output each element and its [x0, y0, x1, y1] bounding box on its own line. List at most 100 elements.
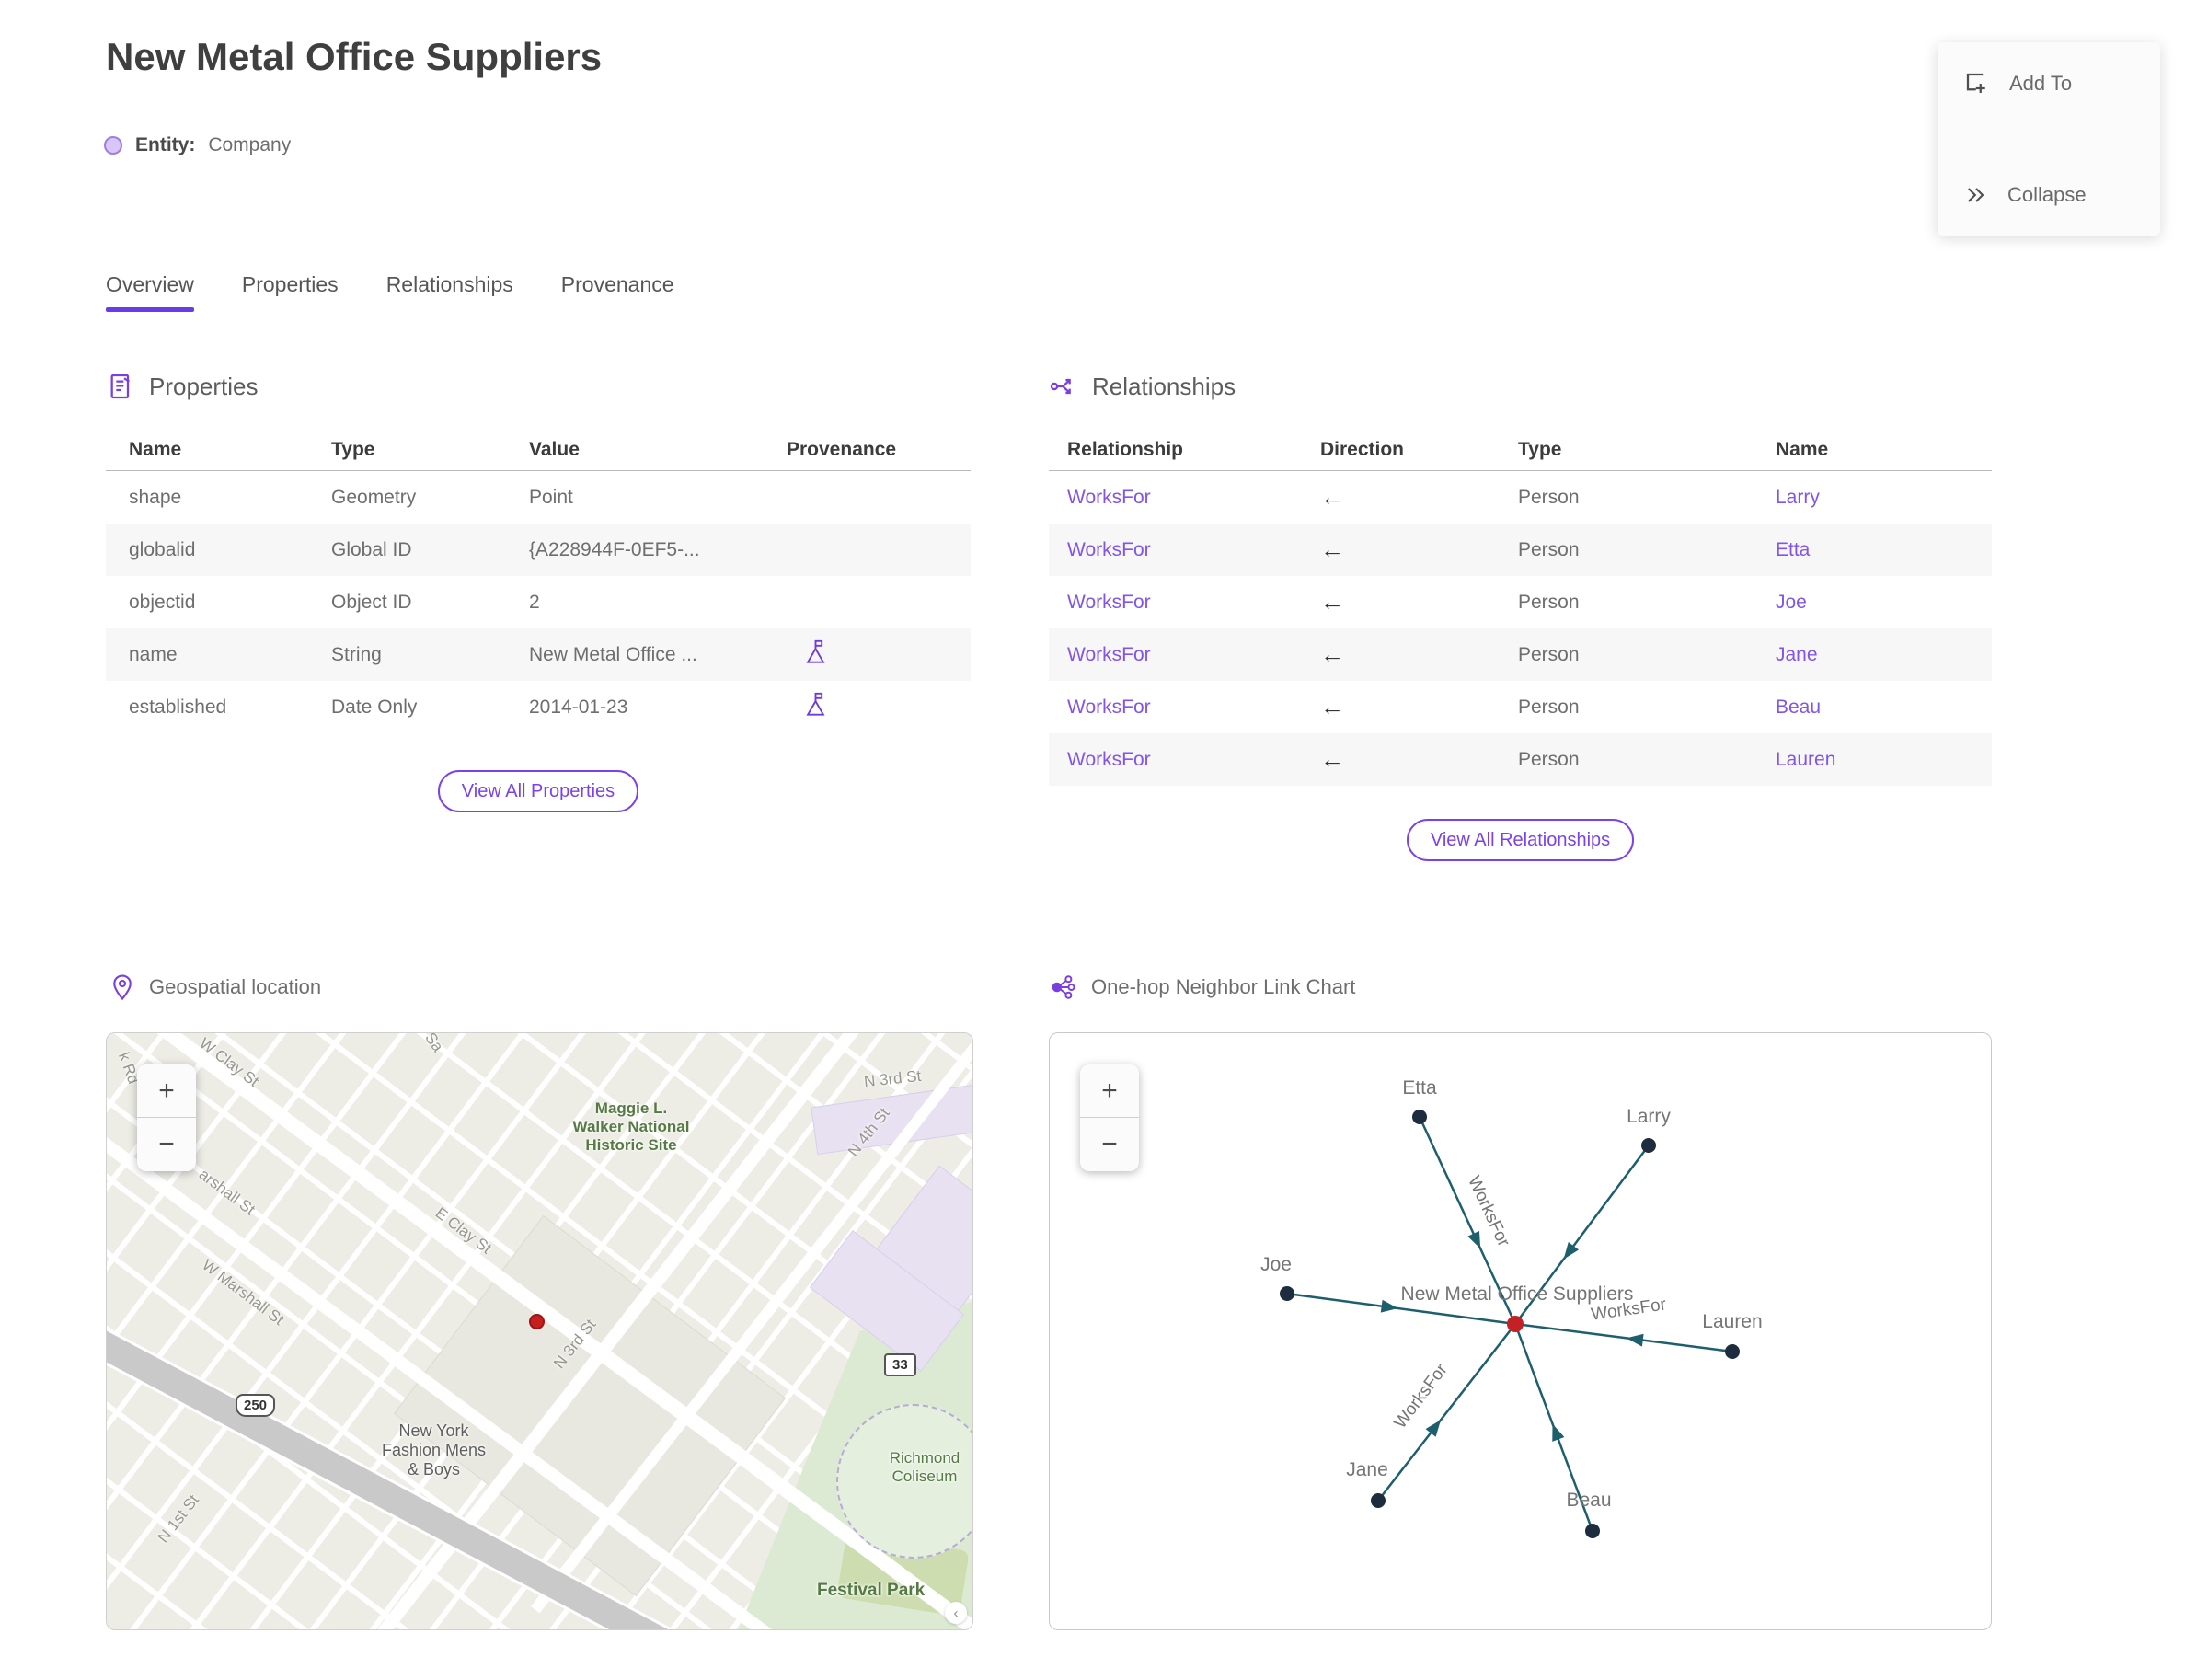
chart-node-label: Larry: [1627, 1106, 1671, 1127]
relationship-link[interactable]: WorksFor: [1067, 696, 1320, 719]
table-row: shape Geometry Point: [129, 486, 573, 508]
properties-icon: [110, 374, 130, 399]
actions-card: Add To Collapse: [1938, 42, 2160, 236]
chart-node-label: New Metal Office Suppliers: [1401, 1283, 1634, 1305]
table-row: WorksFor ← Person Larry: [1049, 471, 1992, 524]
table-row: name String New Metal Office ...: [106, 628, 971, 681]
link-chart[interactable]: WorksFor WorksFor WorksFor New Metal Office…: [1049, 1032, 1992, 1630]
add-to-icon: [1966, 73, 1985, 93]
add-to-button[interactable]: Add To: [1963, 70, 2134, 98]
map-zoom-control: + −: [137, 1064, 196, 1171]
tab-overview[interactable]: Overview: [106, 272, 194, 312]
entity-type-dot-icon: [104, 136, 122, 155]
direction-arrow-icon: ←: [1320, 693, 1344, 720]
tab-bar: Overview Properties Relationships Proven…: [106, 272, 674, 312]
provenance-flag-icon[interactable]: [803, 691, 828, 718]
chart-edge-arrow-icon: [1626, 1333, 1644, 1347]
table-row: WorksFor ← Person Joe: [1049, 576, 1992, 628]
page-title: New Metal Office Suppliers: [106, 35, 603, 78]
properties-heading: Properties: [106, 372, 971, 401]
map-route-shield: 250: [236, 1394, 276, 1417]
chart-edge-arrow-icon: [1563, 1242, 1579, 1260]
relationships-heading: Relationships: [1049, 372, 1992, 401]
chart-node-jane[interactable]: [1371, 1493, 1386, 1508]
chart-node-label: Jane: [1346, 1459, 1388, 1480]
table-row: WorksFor ← Person Beau: [1049, 681, 1992, 733]
entity-name-link[interactable]: Lauren: [1776, 749, 1992, 771]
chart-edge[interactable]: [1514, 1322, 1733, 1353]
chart-node-label: Joe: [1260, 1254, 1292, 1275]
zoom-in-button[interactable]: +: [1080, 1064, 1139, 1118]
direction-arrow-icon: ←: [1320, 640, 1344, 668]
tab-provenance[interactable]: Provenance: [561, 272, 674, 312]
geospatial-map[interactable]: W Clay St k Rd Sa arshall St W Marshall …: [106, 1032, 973, 1630]
properties-panel: Properties Name Type Value Provenance sh…: [106, 372, 971, 812]
one-hop-icon: [1052, 975, 1075, 999]
link-chart-heading: One-hop Neighbor Link Chart: [1051, 973, 1355, 1001]
relationships-table: Relationship Direction Type Name WorksFo…: [1049, 429, 1992, 786]
chart-node-label: Lauren: [1702, 1311, 1762, 1332]
map-poi-label: Maggie L. Walker National Historic Site: [572, 1099, 690, 1154]
entity-name-link[interactable]: Jane: [1776, 644, 1992, 666]
relationship-link[interactable]: WorksFor: [1067, 539, 1320, 561]
zoom-out-button[interactable]: −: [1080, 1118, 1139, 1171]
relationship-link[interactable]: WorksFor: [1067, 644, 1320, 666]
table-row: WorksFor ← Person Etta: [1049, 524, 1992, 576]
chart-node-label: Beau: [1566, 1490, 1611, 1511]
add-to-label: Add To: [2009, 72, 2073, 95]
chart-edge-arrow-icon: [1425, 1420, 1442, 1437]
view-all-properties-button[interactable]: View All Properties: [437, 770, 639, 812]
direction-arrow-icon: ←: [1320, 535, 1344, 563]
chart-node-larry[interactable]: [1641, 1138, 1656, 1153]
direction-arrow-icon: ←: [1320, 588, 1344, 616]
relationship-link[interactable]: WorksFor: [1067, 487, 1320, 509]
collapse-icon: [1968, 188, 1984, 202]
properties-table: Name Type Value Provenance shape Geometr…: [106, 429, 971, 733]
zoom-out-button[interactable]: −: [137, 1118, 196, 1171]
chart-node-lauren[interactable]: [1725, 1344, 1740, 1359]
entity-name-link[interactable]: Larry: [1776, 487, 1992, 509]
table-row: globalid Global ID {A228944F-0EF5-...: [106, 524, 971, 576]
entity-row: Entity: Company: [104, 134, 291, 156]
chart-edge-arrow-icon: [1552, 1423, 1565, 1442]
tab-properties[interactable]: Properties: [242, 272, 339, 312]
relationship-link[interactable]: WorksFor: [1067, 592, 1320, 614]
chart-node-etta[interactable]: [1412, 1110, 1427, 1124]
map-location-marker[interactable]: [529, 1314, 545, 1329]
entity-name-link[interactable]: Joe: [1776, 592, 1992, 614]
chart-edge-label: WorksFor: [1391, 1360, 1453, 1433]
collapse-button[interactable]: Collapse: [1963, 182, 2134, 208]
table-row: established Date Only 2014-01-23: [106, 681, 971, 733]
direction-arrow-icon: ←: [1320, 483, 1344, 511]
view-all-relationships-button[interactable]: View All Relationships: [1406, 819, 1635, 861]
map-route-shield: 33: [884, 1353, 916, 1376]
collapse-label: Collapse: [2007, 183, 2087, 206]
table-row: objectid Object ID 2: [129, 591, 540, 613]
tab-relationships[interactable]: Relationships: [386, 272, 513, 312]
entity-name-link[interactable]: Etta: [1776, 539, 1992, 561]
entity-type-value: Company: [208, 134, 292, 155]
geospatial-heading: Geospatial location: [109, 973, 321, 1001]
entity-label: Entity:: [135, 134, 196, 155]
chart-zoom-control: + −: [1080, 1064, 1139, 1171]
chart-edge-arrow-icon: [1380, 1299, 1398, 1313]
map-poi-label: Festival Park: [817, 1581, 926, 1600]
relationship-link[interactable]: WorksFor: [1067, 749, 1320, 771]
link-chart-canvas[interactable]: WorksForWorksForWorksForNew Metal Office…: [1050, 1033, 1992, 1630]
map-pin-icon: [113, 974, 132, 1001]
chart-node-joe[interactable]: [1280, 1286, 1294, 1301]
chart-node-label: Etta: [1402, 1077, 1437, 1099]
map-poi-label: New York Fashion Mens & Boys: [381, 1421, 487, 1479]
direction-arrow-icon: ←: [1320, 745, 1344, 773]
table-row: WorksFor ← Person Jane: [1049, 628, 1992, 681]
chart-edge-arrow-icon: [1467, 1230, 1481, 1249]
chart-node-company[interactable]: [1507, 1316, 1524, 1332]
relationships-panel: Relationships Relationship Direction Typ…: [1049, 372, 1992, 861]
attribution-toggle-icon[interactable]: ‹: [945, 1602, 967, 1624]
provenance-flag-icon[interactable]: [803, 639, 828, 665]
properties-table-header: Name Type Value Provenance: [106, 429, 971, 471]
relationships-icon: [1050, 378, 1071, 395]
zoom-in-button[interactable]: +: [137, 1064, 196, 1118]
entity-name-link[interactable]: Beau: [1776, 696, 1992, 719]
chart-node-beau[interactable]: [1585, 1524, 1600, 1538]
